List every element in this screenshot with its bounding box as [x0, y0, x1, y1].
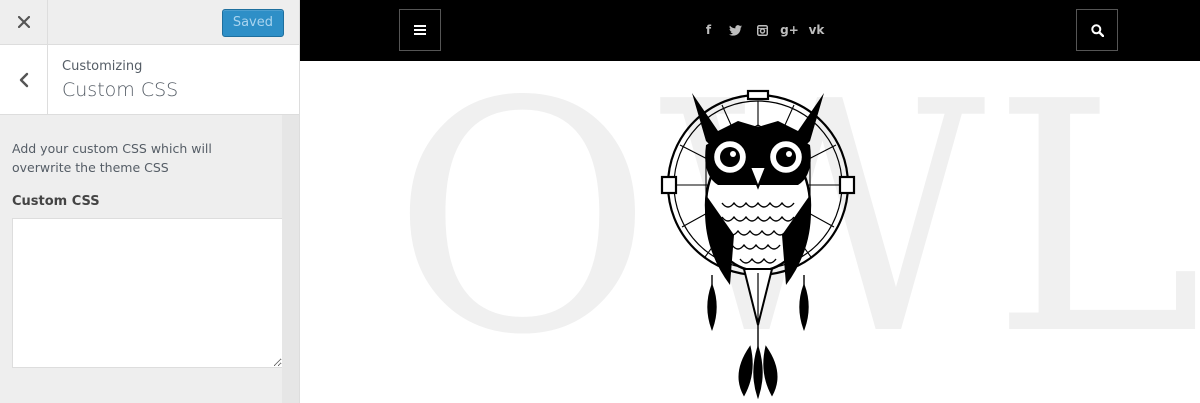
site-topbar: f g+ vk [300, 0, 1200, 61]
owl-dreamcatcher-logo [660, 89, 856, 400]
customizer-header: Saved [0, 0, 299, 45]
close-customizer-button[interactable] [0, 0, 48, 44]
sidebar-scrollbar[interactable] [282, 115, 299, 403]
site-preview: OWL f [300, 0, 1200, 403]
section-header: Customizing Custom CSS [0, 45, 299, 115]
social-links: f g+ vk [700, 20, 825, 40]
saved-button[interactable]: Saved [221, 9, 284, 37]
back-button[interactable] [0, 45, 48, 114]
instagram-icon[interactable] [754, 20, 771, 40]
section-body: Add your custom CSS which will overwrite… [0, 115, 299, 403]
close-icon [17, 16, 30, 28]
custom-css-textarea[interactable] [12, 218, 283, 368]
twitter-bird-icon [729, 24, 742, 36]
instagram-camera-icon [757, 24, 768, 36]
search-icon [1090, 23, 1104, 37]
vk-icon[interactable]: vk [808, 20, 825, 40]
vk-glyph: vk [808, 23, 825, 37]
custom-css-label: Custom CSS [12, 194, 100, 209]
section-kicker: Customizing [62, 59, 143, 74]
facebook-glyph: f [705, 23, 712, 37]
hamburger-icon [414, 25, 426, 35]
twitter-icon[interactable] [727, 20, 744, 40]
menu-toggle-button[interactable] [399, 9, 441, 51]
search-button[interactable] [1076, 9, 1118, 51]
section-title: Custom CSS [62, 79, 179, 101]
section-description: Add your custom CSS which will overwrite… [12, 141, 212, 175]
google-plus-icon[interactable]: g+ [780, 20, 799, 40]
chevron-left-icon [19, 72, 28, 87]
google-plus-glyph: g+ [780, 23, 799, 37]
facebook-icon[interactable]: f [700, 20, 717, 40]
customizer-sidebar: Saved Customizing Custom CSS Add your cu… [0, 0, 300, 403]
